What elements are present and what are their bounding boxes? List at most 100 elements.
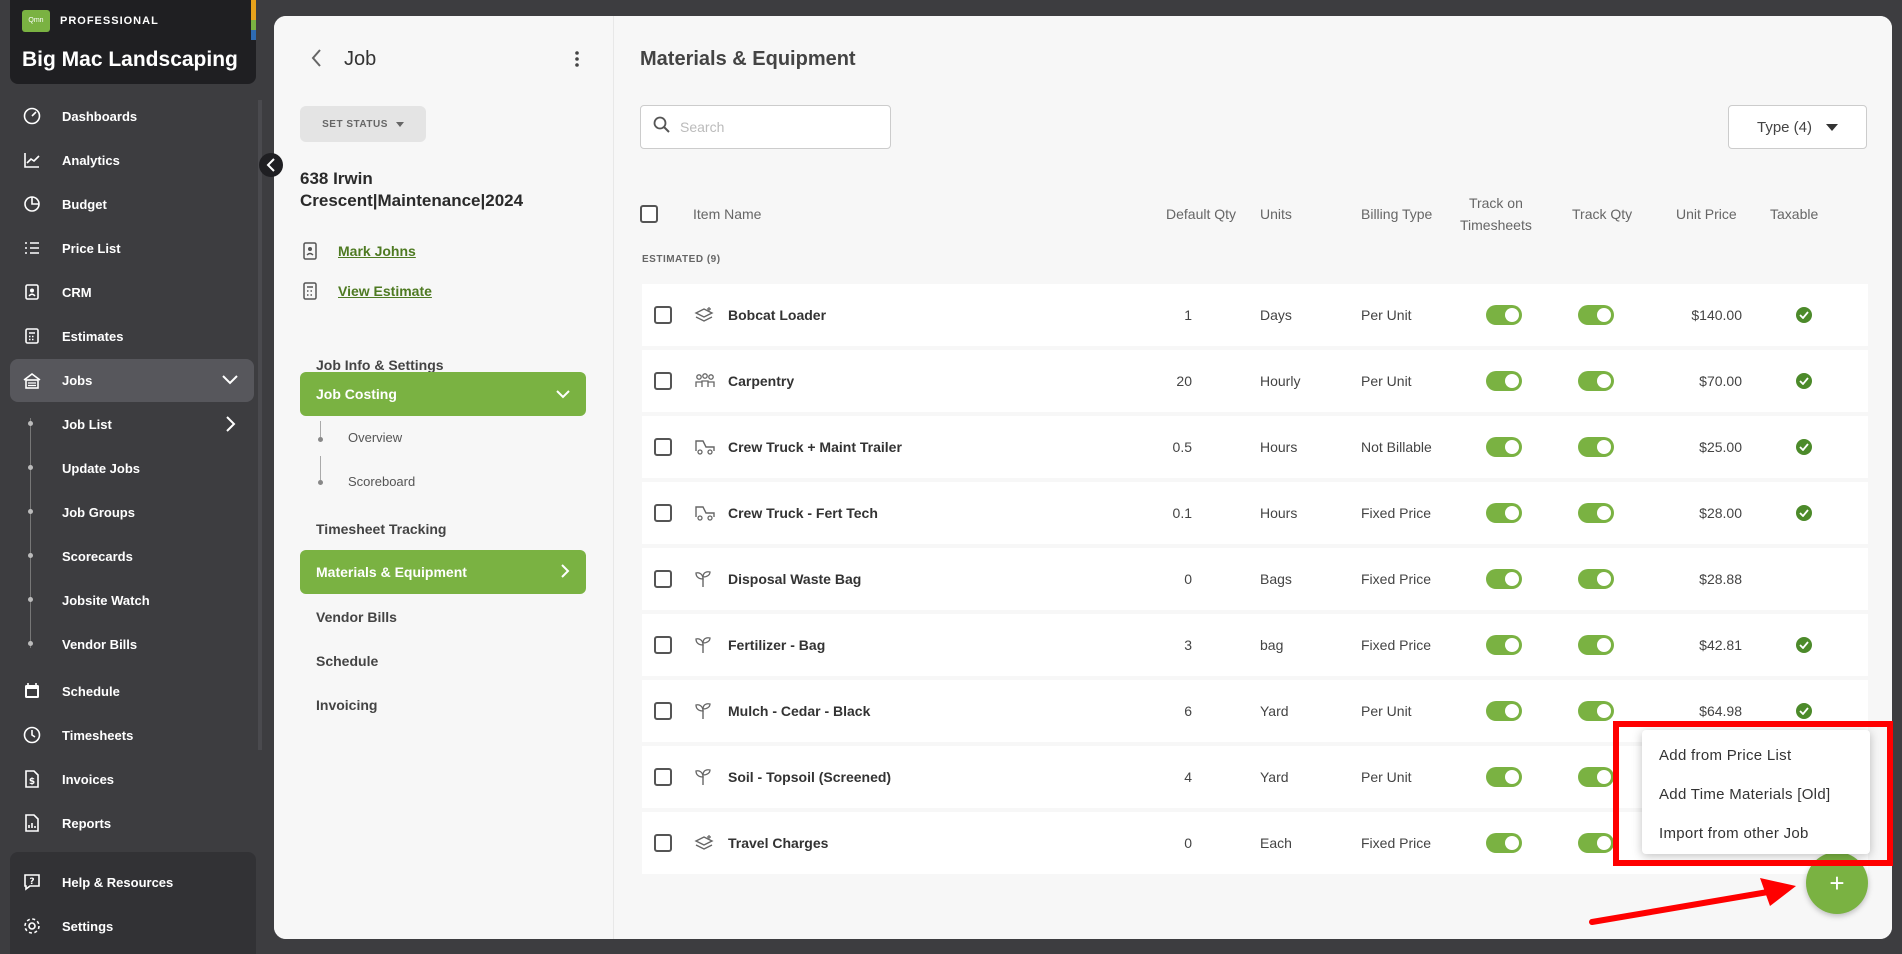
- column-unit-price[interactable]: Unit Price: [1676, 184, 1737, 244]
- item-name[interactable]: Travel Charges: [728, 812, 828, 874]
- track-qty-toggle[interactable]: [1578, 416, 1614, 478]
- sidebar-subitem-update-jobs[interactable]: Update Jobs: [62, 461, 140, 476]
- item-name[interactable]: Crew Truck + Maint Trailer: [728, 416, 902, 478]
- item-name[interactable]: Fertilizer - Bag: [728, 614, 825, 676]
- column-track-qty[interactable]: Track Qty: [1572, 184, 1632, 244]
- sidebar-subitem-job-list[interactable]: Job List: [62, 417, 112, 432]
- set-status-button[interactable]: SET STATUS: [300, 106, 426, 142]
- menu-item-add-time-materials-old[interactable]: Add Time Materials [Old]: [1642, 775, 1870, 814]
- sidebar-item-budget[interactable]: Budget: [10, 184, 254, 224]
- sidebar-item-price-list[interactable]: Price List: [10, 228, 254, 268]
- calendar-icon: [21, 680, 43, 702]
- table-row[interactable]: Crew Truck + Maint Trailer 0.5 Hours Not Bi…: [642, 416, 1868, 478]
- track-on-timesheets-toggle[interactable]: [1486, 548, 1522, 610]
- sidebar-item-label: CRM: [62, 284, 92, 300]
- job-menu-job-costing[interactable]: Job Costing: [300, 372, 586, 416]
- sidebar-item-label: Estimates: [62, 328, 124, 344]
- sidebar-item-dashboards[interactable]: Dashboards: [10, 96, 254, 136]
- column-billing-type[interactable]: Billing Type: [1361, 184, 1432, 244]
- contact-row[interactable]: Mark Johns: [302, 242, 416, 260]
- row-checkbox[interactable]: [654, 284, 672, 346]
- table-row[interactable]: Disposal Waste Bag 0 Bags Fixed Price $28.88: [642, 548, 1868, 610]
- kebab-menu-icon[interactable]: [574, 50, 580, 73]
- row-checkbox[interactable]: [654, 746, 672, 808]
- track-qty-toggle[interactable]: [1578, 746, 1614, 808]
- sidebar-item-help[interactable]: ? Help & Resources: [10, 862, 254, 902]
- track-qty-toggle[interactable]: [1578, 812, 1614, 874]
- sidebar-item-jobs[interactable]: Jobs: [10, 359, 254, 402]
- job-sub-overview[interactable]: Overview: [348, 430, 402, 445]
- item-name[interactable]: Soil - Topsoil (Screened): [728, 746, 891, 808]
- item-name[interactable]: Disposal Waste Bag: [728, 548, 861, 610]
- sidebar-item-invoices[interactable]: $ Invoices: [10, 759, 254, 799]
- sidebar-item-reports[interactable]: Reports: [10, 803, 254, 843]
- sidebar-item-crm[interactable]: CRM: [10, 272, 254, 312]
- track-qty-toggle[interactable]: [1578, 548, 1614, 610]
- sidebar-item-settings[interactable]: Settings: [10, 906, 254, 946]
- track-on-timesheets-toggle[interactable]: [1486, 284, 1522, 346]
- row-checkbox[interactable]: [654, 482, 672, 544]
- track-on-timesheets-toggle[interactable]: [1486, 812, 1522, 874]
- sidebar-item-analytics[interactable]: Analytics: [10, 140, 254, 180]
- search-box[interactable]: [640, 105, 891, 149]
- sidebar-subitem-vendor-bills[interactable]: Vendor Bills: [62, 637, 137, 652]
- track-on-timesheets-toggle[interactable]: [1486, 350, 1522, 412]
- estimate-row[interactable]: View Estimate: [302, 282, 432, 300]
- table-row[interactable]: Crew Truck - Fert Tech 0.1 Hours Fixed Pric…: [642, 482, 1868, 544]
- track-qty-toggle[interactable]: [1578, 482, 1614, 544]
- row-checkbox[interactable]: [654, 548, 672, 610]
- column-default-qty[interactable]: Default Qty: [1166, 184, 1236, 244]
- sidebar-subitem-scorecards[interactable]: Scorecards: [62, 549, 133, 564]
- track-qty-toggle[interactable]: [1578, 614, 1614, 676]
- row-checkbox[interactable]: [654, 680, 672, 742]
- sidebar-subitem-jobsite-watch[interactable]: Jobsite Watch: [62, 593, 150, 608]
- column-units[interactable]: Units: [1260, 184, 1292, 244]
- job-menu-vendor-bills[interactable]: Vendor Bills: [300, 595, 586, 639]
- search-input[interactable]: [680, 119, 870, 135]
- row-checkbox[interactable]: [654, 416, 672, 478]
- back-arrow-icon[interactable]: [310, 48, 322, 74]
- job-menu-materials-equipment[interactable]: Materials & Equipment: [300, 550, 586, 594]
- job-sub-scoreboard[interactable]: Scoreboard: [348, 474, 415, 489]
- track-on-timesheets-toggle[interactable]: [1486, 482, 1522, 544]
- contact-link[interactable]: Mark Johns: [338, 243, 416, 259]
- item-name[interactable]: Mulch - Cedar - Black: [728, 680, 870, 742]
- job-menu-timesheet-tracking[interactable]: Timesheet Tracking: [300, 507, 586, 551]
- chevron-down-icon[interactable]: [222, 373, 238, 388]
- sidebar-collapse-button[interactable]: [259, 153, 283, 177]
- add-fab-button[interactable]: +: [1806, 852, 1868, 914]
- chevron-right-icon[interactable]: [226, 416, 236, 437]
- item-name[interactable]: Carpentry: [728, 350, 794, 412]
- track-qty-toggle[interactable]: [1578, 680, 1614, 742]
- track-qty-toggle[interactable]: [1578, 350, 1614, 412]
- sidebar-item-estimates[interactable]: Estimates: [10, 316, 254, 356]
- track-on-timesheets-toggle[interactable]: [1486, 680, 1522, 742]
- track-on-timesheets-toggle[interactable]: [1486, 746, 1522, 808]
- row-checkbox[interactable]: [654, 614, 672, 676]
- table-row[interactable]: Bobcat Loader 1 Days Per Unit $140.00: [642, 284, 1868, 346]
- view-estimate-link[interactable]: View Estimate: [338, 283, 432, 299]
- item-name[interactable]: Bobcat Loader: [728, 284, 826, 346]
- column-taxable[interactable]: Taxable: [1770, 184, 1818, 244]
- column-item-name[interactable]: Item Name: [693, 184, 761, 244]
- job-menu-schedule[interactable]: Schedule: [300, 639, 586, 683]
- select-all-checkbox[interactable]: [640, 184, 658, 244]
- track-on-timesheets-toggle[interactable]: [1486, 416, 1522, 478]
- item-name[interactable]: Crew Truck - Fert Tech: [728, 482, 878, 544]
- sidebar-subitem-job-groups[interactable]: Job Groups: [62, 505, 135, 520]
- sidebar-item-schedule[interactable]: Schedule: [10, 671, 254, 711]
- track-on-timesheets-toggle[interactable]: [1486, 614, 1522, 676]
- table-row[interactable]: Carpentry 20 Hourly Per Unit $70.00: [642, 350, 1868, 412]
- table-row[interactable]: Fertilizer - Bag 3 bag Fixed Price $42.81: [642, 614, 1868, 676]
- row-checkbox[interactable]: [654, 350, 672, 412]
- menu-item-import-from-other-job[interactable]: Import from other Job: [1642, 814, 1870, 853]
- brand-header[interactable]: Qmn PROFESSIONAL Big Mac Landscaping: [10, 0, 256, 84]
- column-track-on-timesheets[interactable]: Track on Timesheets: [1460, 184, 1532, 244]
- track-qty-toggle[interactable]: [1578, 284, 1614, 346]
- sidebar-scrollbar[interactable]: [258, 100, 262, 750]
- row-checkbox[interactable]: [654, 812, 672, 874]
- sidebar-item-timesheets[interactable]: Timesheets: [10, 715, 254, 755]
- type-filter-dropdown[interactable]: Type (4): [1728, 105, 1867, 149]
- menu-item-add-from-price-list[interactable]: Add from Price List: [1642, 736, 1870, 775]
- job-menu-invoicing[interactable]: Invoicing: [300, 683, 586, 727]
